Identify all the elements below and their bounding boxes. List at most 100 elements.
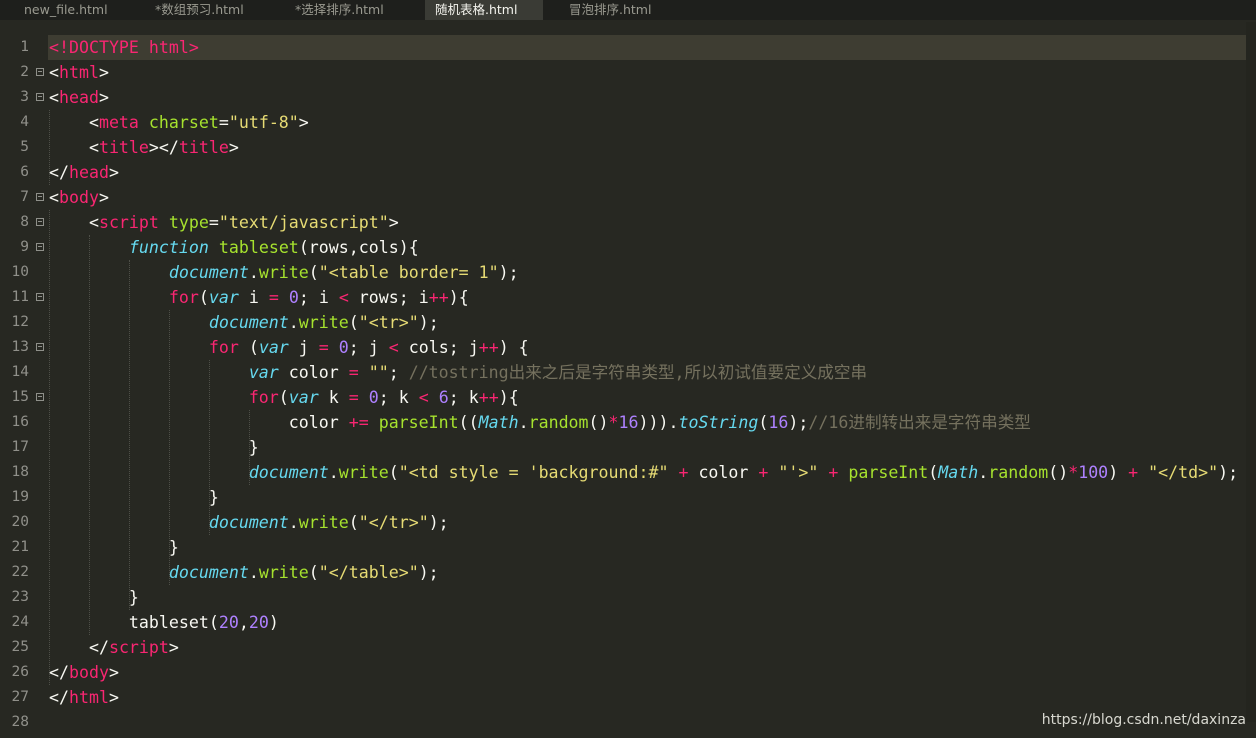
line-number: 4	[20, 114, 29, 130]
code-token: >	[298, 113, 309, 132]
fold-toggle-icon[interactable]	[36, 243, 44, 251]
code-token: "</table>"	[318, 563, 419, 582]
code-token: j	[288, 338, 319, 357]
code-line[interactable]: 16 color += parseInt((Math.random()*16))…	[0, 410, 1256, 435]
line-number: 6	[20, 164, 29, 180]
code-token: }	[49, 588, 139, 607]
code-line[interactable]: 27 </html>	[0, 685, 1256, 710]
code-token: </	[49, 163, 69, 182]
code-text: tableset(20,20)	[49, 610, 279, 635]
code-token: .	[288, 513, 299, 532]
fold-toggle-icon[interactable]	[36, 218, 44, 226]
vertical-scrollbar[interactable]	[1246, 22, 1256, 722]
code-line[interactable]: 24 tableset(20,20)	[0, 610, 1256, 635]
code-token: +	[1128, 463, 1139, 482]
code-token: meta	[98, 113, 139, 132]
code-line[interactable]: 10 document.write("<table border= 1");	[0, 260, 1256, 285]
code-token: 0	[338, 338, 349, 357]
line-number: 16	[11, 414, 29, 430]
code-token: .	[978, 463, 989, 482]
code-token: =	[348, 388, 359, 407]
code-token: >	[388, 213, 399, 232]
code-line[interactable]: 14 var color = ""; //tostring出来之后是字符串类型,…	[0, 360, 1256, 385]
code-token: body	[68, 663, 109, 682]
code-text: }	[49, 485, 219, 510]
code-line[interactable]: 7 <body>	[0, 185, 1256, 210]
code-line[interactable]: 13 for (var j = 0; j < cols; j++) {	[0, 335, 1256, 360]
line-number: 18	[11, 464, 29, 480]
code-line[interactable]: 8 <script type="text/javascript">	[0, 210, 1256, 235]
code-line[interactable]: 12 document.write("<tr>");	[0, 310, 1256, 335]
code-token: "utf-8"	[228, 113, 299, 132]
code-token: document	[208, 313, 289, 332]
code-token: "<td style = 'background:#"	[398, 463, 669, 482]
tab-bubble-sort[interactable]: 冒泡排序.html	[560, 0, 684, 20]
code-line[interactable]: 23 }	[0, 585, 1256, 610]
code-token: =	[208, 213, 219, 232]
line-number: 23	[11, 589, 29, 605]
tab-selection-sort[interactable]: *选择排序.html	[286, 0, 410, 20]
code-line[interactable]: 3 <head>	[0, 85, 1256, 110]
code-text: </body>	[49, 660, 119, 685]
code-token: <!DOCTYPE html>	[49, 38, 199, 57]
code-line[interactable]: 20 document.write("</tr>");	[0, 510, 1256, 535]
tab-new-file[interactable]: new_file.html	[14, 0, 136, 20]
code-line[interactable]: 25 </script>	[0, 635, 1256, 660]
code-text: for (var j = 0; j < cols; j++) {	[49, 335, 529, 360]
code-line[interactable]: 18 document.write("<td style = 'backgrou…	[0, 460, 1256, 485]
line-number: 13	[11, 339, 29, 355]
fold-toggle-icon[interactable]	[36, 193, 44, 201]
code-token: ()	[1048, 463, 1069, 482]
code-line[interactable]: 21 }	[0, 535, 1256, 560]
line-number: 5	[20, 139, 29, 155]
code-token: ; j	[348, 338, 389, 357]
code-line[interactable]: 9 function tableset(rows,cols){	[0, 235, 1256, 260]
code-line[interactable]: 26 </body>	[0, 660, 1256, 685]
code-token: html	[59, 63, 99, 82]
code-line[interactable]: 1 <!DOCTYPE html>	[0, 35, 1256, 60]
code-line[interactable]: 17 }	[0, 435, 1256, 460]
code-line[interactable]: 4 <meta charset="utf-8">	[0, 110, 1256, 135]
tab-array-preview[interactable]: *数组预习.html	[146, 0, 270, 20]
code-line[interactable]: 2 <html>	[0, 60, 1256, 85]
line-number: 28	[11, 714, 29, 730]
code-token: "</td>"	[1148, 463, 1219, 482]
code-text: }	[49, 435, 259, 460]
code-line[interactable]: 19 }	[0, 485, 1256, 510]
code-token: //tostring出来之后是字符串类型,所以初试值要定义成空串	[408, 363, 868, 382]
fold-toggle-icon[interactable]	[36, 93, 44, 101]
code-token: =	[318, 338, 329, 357]
code-line[interactable]: 15 for(var k = 0; k < 6; k++){	[0, 385, 1256, 410]
line-number: 7	[20, 189, 29, 205]
fold-toggle-icon[interactable]	[36, 293, 44, 301]
code-text: <head>	[49, 85, 109, 110]
code-line[interactable]: 6 </head>	[0, 160, 1256, 185]
code-token: (	[308, 263, 319, 282]
fold-toggle-icon[interactable]	[36, 343, 44, 351]
line-number: 27	[11, 689, 29, 705]
code-token: ) {	[498, 338, 529, 357]
line-number: 26	[11, 664, 29, 680]
fold-toggle-icon[interactable]	[36, 393, 44, 401]
code-line[interactable]: 22 document.write("</table>");	[0, 560, 1256, 585]
code-token: }	[49, 438, 259, 457]
code-line[interactable]: 11 for(var i = 0; i < rows; i++){	[0, 285, 1256, 310]
code-token: 0	[288, 288, 299, 307]
code-text: </head>	[49, 160, 119, 185]
code-line[interactable]: 5 <title></title>	[0, 135, 1256, 160]
fold-toggle-icon[interactable]	[36, 68, 44, 76]
code-editor[interactable]: 1 <!DOCTYPE html> 2 <html> 3 <head> 4 <meta ch…	[0, 35, 1256, 738]
tab-random-table[interactable]: 随机表格.html	[425, 0, 543, 20]
code-token: ){	[498, 388, 519, 407]
line-number: 20	[11, 514, 29, 530]
code-token: i	[238, 288, 269, 307]
code-text: document.write("<tr>");	[49, 310, 439, 335]
